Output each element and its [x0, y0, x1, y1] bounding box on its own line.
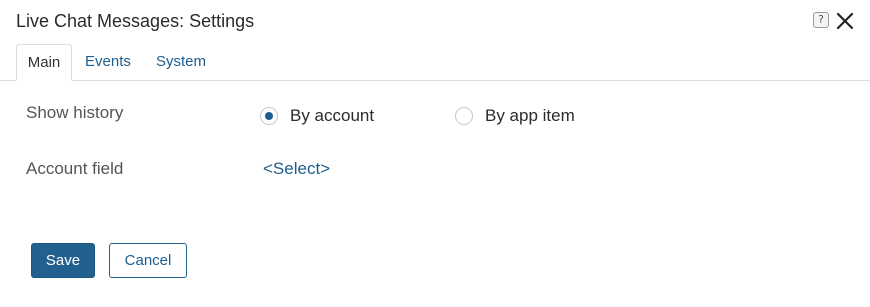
dialog-title: Live Chat Messages: Settings: [16, 11, 255, 31]
help-icon[interactable]: ?: [813, 12, 829, 28]
radio-button-unchecked[interactable]: [455, 107, 473, 125]
save-button[interactable]: Save: [31, 243, 95, 278]
tab-main[interactable]: Main: [16, 44, 72, 81]
tab-bar: Main Events System: [0, 44, 870, 81]
account-field-label: Account field: [26, 159, 124, 178]
radio-by-app-item-label[interactable]: By app item: [485, 106, 575, 126]
cancel-button[interactable]: Cancel: [109, 243, 187, 278]
settings-dialog: Live Chat Messages: Settings ? Main Even…: [0, 0, 870, 307]
close-icon[interactable]: [836, 12, 854, 30]
tab-system[interactable]: System: [156, 44, 206, 81]
radio-button-checked[interactable]: [260, 107, 278, 125]
tab-events[interactable]: Events: [85, 44, 131, 81]
radio-by-account-label[interactable]: By account: [290, 106, 374, 126]
account-field-select-link[interactable]: <Select>: [263, 159, 330, 179]
radio-by-app-item[interactable]: By app item: [455, 106, 575, 126]
radio-by-account[interactable]: By account: [260, 106, 374, 126]
show-history-label: Show history: [26, 103, 124, 122]
